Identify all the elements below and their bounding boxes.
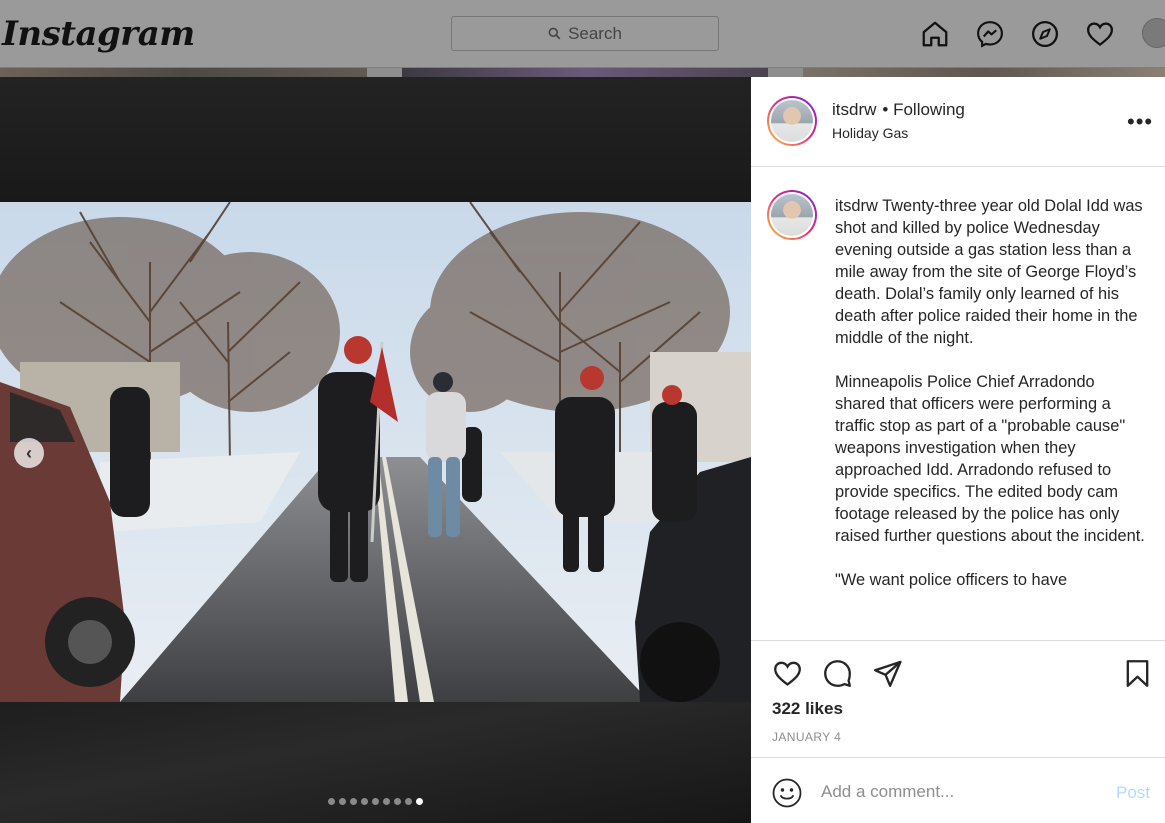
- post-actions: 322 likes JANUARY 4: [751, 640, 1165, 757]
- post-details-panel: itsdrw • Following Holiday Gas ••• itsdr…: [751, 77, 1165, 823]
- instagram-logo[interactable]: Instagram: [2, 14, 195, 54]
- carousel-previous-button[interactable]: ‹: [14, 438, 44, 468]
- save-bookmark-icon[interactable]: [1120, 656, 1154, 690]
- caption-paragraph: "We want police officers to have: [835, 571, 1068, 589]
- carousel-dot: [328, 798, 335, 805]
- background-feed-thumbnail: [0, 68, 367, 77]
- carousel-dot: [361, 798, 368, 805]
- profile-avatar[interactable]: [1142, 18, 1165, 48]
- messenger-icon[interactable]: [972, 16, 1008, 52]
- caption-paragraph: Minneapolis Police Chief Arradondo share…: [835, 373, 1145, 545]
- more-options-icon[interactable]: •••: [1127, 109, 1153, 135]
- carousel-dot: [339, 798, 346, 805]
- post-header: itsdrw • Following Holiday Gas •••: [751, 77, 1165, 167]
- carousel-dot: [350, 798, 357, 805]
- post-comment-button[interactable]: Post: [1116, 783, 1150, 803]
- caption-scroll-area[interactable]: itsdrw Twenty-three year old Dolal Idd w…: [751, 168, 1165, 640]
- following-status[interactable]: • Following: [882, 100, 965, 120]
- media-paper-texture-top: [0, 77, 751, 202]
- likes-count[interactable]: 322 likes: [772, 699, 843, 719]
- post-media: ‹: [0, 77, 751, 823]
- carousel-dot: [394, 798, 401, 805]
- carousel-dot: [416, 798, 423, 805]
- search-placeholder: Search: [568, 23, 622, 43]
- post-location[interactable]: Holiday Gas: [832, 125, 908, 141]
- post-photo[interactable]: [0, 202, 751, 702]
- caption-username[interactable]: itsdrw: [835, 197, 878, 215]
- share-send-icon[interactable]: [870, 656, 904, 690]
- comment-bubble-icon[interactable]: [820, 656, 854, 690]
- background-feed-thumbnail: [803, 68, 1165, 77]
- emoji-icon[interactable]: [771, 777, 803, 809]
- like-heart-icon[interactable]: [770, 656, 804, 690]
- home-icon[interactable]: [917, 16, 953, 52]
- caption-author-avatar[interactable]: [767, 190, 817, 240]
- post-caption: itsdrw Twenty-three year old Dolal Idd w…: [835, 195, 1147, 613]
- carousel-dot: [372, 798, 379, 805]
- caption-paragraph: Twenty-three year old Dolal Idd was shot…: [835, 197, 1143, 347]
- comment-box: Post: [751, 757, 1165, 823]
- carousel-dots: [0, 798, 751, 805]
- search-icon: [548, 27, 561, 40]
- explore-icon[interactable]: [1027, 16, 1063, 52]
- carousel-dot: [383, 798, 390, 805]
- author-username[interactable]: itsdrw: [832, 100, 876, 120]
- post-date[interactable]: JANUARY 4: [772, 730, 841, 744]
- top-navigation-bar: Instagram Search: [0, 0, 1165, 68]
- comment-input[interactable]: [821, 779, 1101, 805]
- search-box[interactable]: Search: [451, 16, 719, 51]
- heart-icon[interactable]: [1082, 16, 1118, 52]
- author-avatar[interactable]: [767, 96, 817, 146]
- background-feed-thumbnail: [402, 68, 768, 77]
- carousel-dot: [405, 798, 412, 805]
